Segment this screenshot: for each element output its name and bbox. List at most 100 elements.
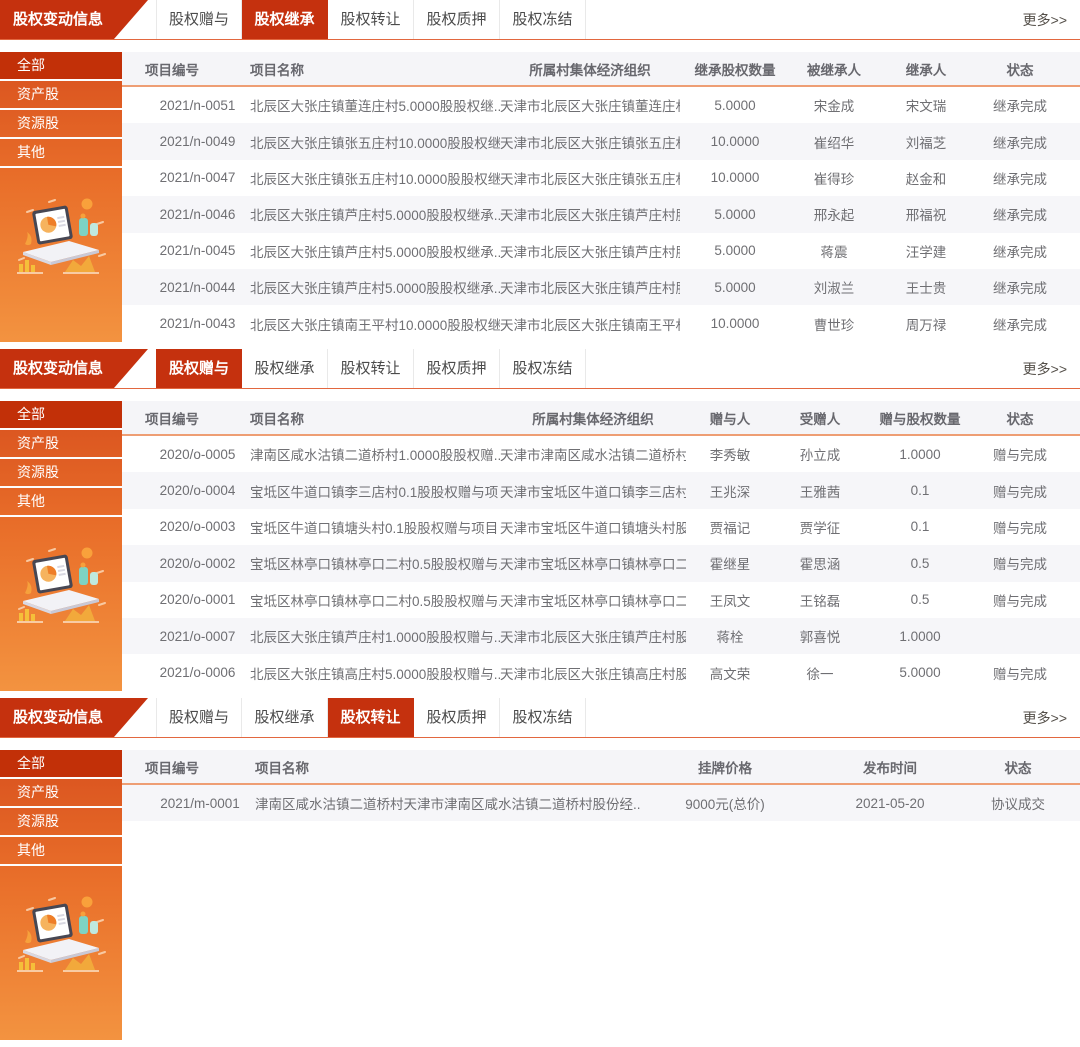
tab-股权质押[interactable]: 股权质押: [414, 0, 500, 39]
tab-股权冻结[interactable]: 股权冻结: [500, 349, 586, 388]
table-cell: 刘福芝: [878, 132, 974, 152]
table-cell: 曹世珍: [790, 314, 878, 334]
sidebar-item-list: 全部资产股资源股其他: [0, 52, 122, 168]
table-cell: 1.0000: [866, 629, 974, 644]
table-row[interactable]: 2021/m-0001津南区咸水沽镇二道桥村天津市津南区咸水沽镇二道桥村股份经.…: [122, 785, 1080, 821]
table-cell: 2021/o-0006: [145, 665, 250, 680]
table-cell: 霍思涵: [774, 553, 866, 573]
tab-股权冻结[interactable]: 股权冻结: [500, 0, 586, 39]
table-cell: 2020/o-0004: [145, 483, 250, 498]
tab-股权继承[interactable]: 股权继承: [242, 698, 328, 737]
table-cell: 北辰区大张庄镇董连庄村5.0000股股权继...: [250, 95, 500, 115]
column-header: 所属村集体经济组织: [500, 59, 680, 79]
tab-股权质押[interactable]: 股权质押: [414, 349, 500, 388]
table-cell: 天津市北辰区大张庄镇芦庄村股份...: [500, 277, 680, 297]
table-cell: 2021/n-0051: [145, 98, 250, 113]
tab-股权冻结[interactable]: 股权冻结: [500, 698, 586, 737]
table-cell: 崔得珍: [790, 168, 878, 188]
table-cell: 继承完成: [974, 314, 1066, 334]
category-sidebar: 全部资产股资源股其他: [0, 401, 122, 691]
tab-股权继承[interactable]: 股权继承: [242, 0, 328, 39]
tab-股权转让[interactable]: 股权转让: [328, 349, 414, 388]
column-header: 状态: [970, 757, 1066, 777]
table-cell: 王兆深: [686, 481, 774, 501]
table-row[interactable]: 2021/n-0047北辰区大张庄镇张五庄村10.0000股股权继...天津市北…: [122, 160, 1080, 196]
table-cell: 霍继星: [686, 553, 774, 573]
column-header: 继承股权数量: [680, 59, 790, 79]
table-cell: 赠与完成: [974, 481, 1066, 501]
table-cell: 徐一: [774, 663, 866, 683]
table-row[interactable]: 2020/o-0002宝坻区林亭口镇林亭口二村0.5股股权赠与...天津市宝坻区…: [122, 545, 1080, 581]
column-header: 项目编号: [145, 59, 250, 79]
column-header: 挂牌价格: [640, 757, 810, 777]
table-row[interactable]: 2021/o-0007北辰区大张庄镇芦庄村1.0000股股权赠与...天津市北辰…: [122, 618, 1080, 654]
tab-list: 股权赠与股权继承股权转让股权质押股权冻结: [156, 698, 586, 737]
tab-股权质押[interactable]: 股权质押: [414, 698, 500, 737]
sidebar-item-资源股[interactable]: 资源股: [0, 808, 122, 837]
table-row[interactable]: 2020/o-0005津南区咸水沽镇二道桥村1.0000股股权赠...天津市津南…: [122, 436, 1080, 472]
column-header: 项目名称: [250, 408, 500, 428]
table-cell: 邢福祝: [878, 204, 974, 224]
table-cell: 赠与完成: [974, 444, 1066, 464]
more-link[interactable]: 更多>>: [1023, 708, 1080, 728]
laptop-chart-illustration-icon: [13, 543, 109, 629]
sidebar-item-资产股[interactable]: 资产股: [0, 779, 122, 808]
table-cell: 2021/n-0043: [145, 316, 250, 331]
table-cell: 天津市宝坻区林亭口镇林亭口二村...: [500, 590, 686, 610]
table-row[interactable]: 2020/o-0004宝坻区牛道口镇李三店村0.1股股权赠与项目天津市宝坻区牛道…: [122, 472, 1080, 508]
sidebar-item-资源股[interactable]: 资源股: [0, 459, 122, 488]
data-table: 项目编号项目名称所属村集体经济组织继承股权数量被继承人继承人状态 2021/n-…: [122, 52, 1080, 342]
table-cell: 0.1: [866, 519, 974, 534]
table-cell: 天津市宝坻区牛道口镇李三店村股...: [500, 481, 686, 501]
sidebar-item-其他[interactable]: 其他: [0, 139, 122, 168]
table-row[interactable]: 2021/n-0045北辰区大张庄镇芦庄村5.0000股股权继承...天津市北辰…: [122, 233, 1080, 269]
sidebar-item-资产股[interactable]: 资产股: [0, 81, 122, 110]
tab-股权转让[interactable]: 股权转让: [328, 698, 414, 737]
sidebar-item-其他[interactable]: 其他: [0, 837, 122, 866]
tab-股权赠与[interactable]: 股权赠与: [156, 349, 242, 388]
sidebar-item-全部[interactable]: 全部: [0, 52, 122, 81]
table-row[interactable]: 2020/o-0003宝坻区牛道口镇塘头村0.1股股权赠与项目天津市宝坻区牛道口…: [122, 509, 1080, 545]
table-row[interactable]: 2020/o-0001宝坻区林亭口镇林亭口二村0.5股股权赠与...天津市宝坻区…: [122, 582, 1080, 618]
table-cell: 2021/n-0047: [145, 170, 250, 185]
table-cell: 宝坻区林亭口镇林亭口二村0.5股股权赠与...: [250, 590, 500, 610]
tab-股权赠与[interactable]: 股权赠与: [156, 0, 242, 39]
table-cell: 赠与完成: [974, 663, 1066, 683]
table-row[interactable]: 2021/n-0044北辰区大张庄镇芦庄村5.0000股股权继承...天津市北辰…: [122, 269, 1080, 305]
table-cell: 北辰区大张庄镇张五庄村10.0000股股权继...: [250, 168, 500, 188]
panel-title-ribbon: 股权变动信息: [0, 698, 148, 737]
sidebar-item-其他[interactable]: 其他: [0, 488, 122, 517]
table-row[interactable]: 2021/n-0043北辰区大张庄镇南王平村10.0000股股权继...天津市北…: [122, 305, 1080, 341]
column-header: 赠与股权数量: [866, 408, 974, 428]
table-rows: 2021/m-0001津南区咸水沽镇二道桥村天津市津南区咸水沽镇二道桥村股份经.…: [122, 785, 1080, 1040]
tab-股权继承[interactable]: 股权继承: [242, 349, 328, 388]
data-table: 项目编号项目名称挂牌价格发布时间状态 2021/m-0001津南区咸水沽镇二道桥…: [122, 750, 1080, 1040]
table-header-row: 项目编号项目名称所属村集体经济组织继承股权数量被继承人继承人状态: [122, 52, 1080, 87]
table-cell: 天津市宝坻区林亭口镇林亭口二村...: [500, 553, 686, 573]
table-cell: 2021/n-0044: [145, 280, 250, 295]
table-row[interactable]: 2021/n-0046北辰区大张庄镇芦庄村5.0000股股权继承...天津市北辰…: [122, 196, 1080, 232]
more-link[interactable]: 更多>>: [1023, 359, 1080, 379]
table-row[interactable]: 2021/o-0006北辰区大张庄镇高庄村5.0000股股权赠与...天津市北辰…: [122, 654, 1080, 690]
sidebar-item-资产股[interactable]: 资产股: [0, 430, 122, 459]
table-cell: 2021/m-0001: [145, 796, 255, 811]
column-header: 发布时间: [810, 757, 970, 777]
table-cell: 北辰区大张庄镇芦庄村1.0000股股权赠与...: [250, 626, 500, 646]
table-cell: 5.0000: [680, 98, 790, 113]
table-cell: 10.0000: [680, 170, 790, 185]
tab-股权赠与[interactable]: 股权赠与: [156, 698, 242, 737]
sidebar-item-资源股[interactable]: 资源股: [0, 110, 122, 139]
sidebar-item-全部[interactable]: 全部: [0, 401, 122, 430]
column-header: 受赠人: [774, 408, 866, 428]
table-rows: 2020/o-0005津南区咸水沽镇二道桥村1.0000股股权赠...天津市津南…: [122, 436, 1080, 691]
laptop-chart-illustration-icon: [13, 892, 109, 978]
column-header: 继承人: [878, 59, 974, 79]
more-link[interactable]: 更多>>: [1023, 10, 1080, 30]
column-header: 项目名称: [250, 59, 500, 79]
tab-股权转让[interactable]: 股权转让: [328, 0, 414, 39]
sidebar-item-全部[interactable]: 全部: [0, 750, 122, 779]
table-cell: 0.5: [866, 556, 974, 571]
table-row[interactable]: 2021/n-0051北辰区大张庄镇董连庄村5.0000股股权继...天津市北辰…: [122, 87, 1080, 123]
column-header: 赠与人: [686, 408, 774, 428]
table-row[interactable]: 2021/n-0049北辰区大张庄镇张五庄村10.0000股股权继...天津市北…: [122, 123, 1080, 159]
